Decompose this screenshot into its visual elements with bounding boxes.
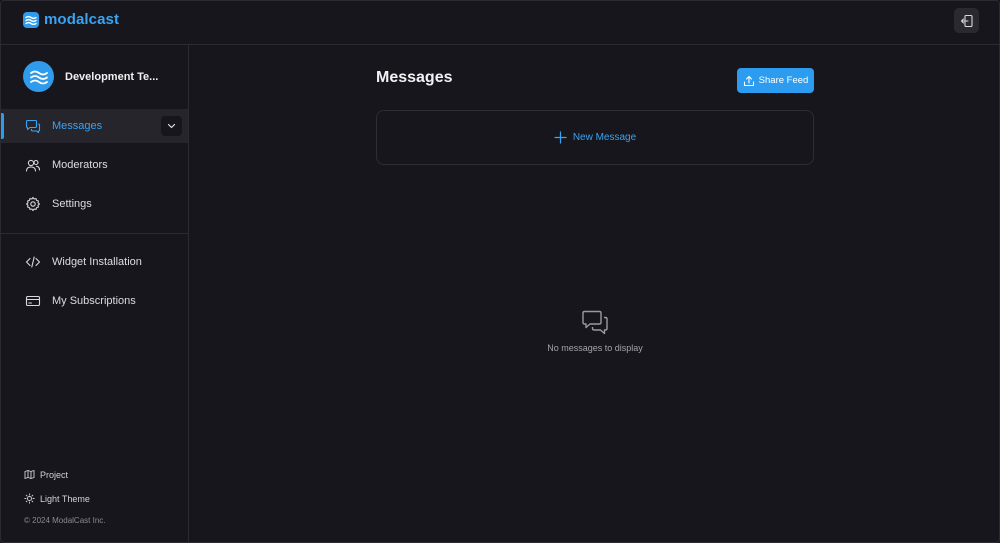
copyright: © 2024 ModalCast Inc. [24,516,106,525]
users-icon [25,158,41,173]
chevron-down-icon [167,123,176,129]
sidebar-item-settings[interactable]: Settings [1,187,188,221]
logout-icon [960,14,974,28]
sidebar-item-label: Moderators [52,159,108,171]
sun-icon [24,493,35,504]
sidebar-item-label: Widget Installation [52,256,142,268]
project-link[interactable]: Project [24,469,68,480]
share-feed-button[interactable]: Share Feed [737,68,814,93]
sidebar-item-my-subscriptions[interactable]: My Subscriptions [1,284,188,318]
plus-icon [554,131,567,144]
empty-state: No messages to display [504,309,686,353]
page-title: Messages [376,69,453,86]
top-bar: modalcast [1,1,999,45]
empty-state-text: No messages to display [547,343,643,353]
sidebar-item-label: Messages [52,120,103,132]
new-message-button[interactable]: New Message [376,110,814,165]
team-name: Development Te... [65,70,159,83]
team-switcher[interactable]: Development Te... [23,61,159,92]
logo-text: modalcast [44,11,120,28]
messages-expand-button[interactable] [161,116,182,136]
theme-label: Light Theme [40,493,90,504]
new-message-label: New Message [572,132,637,143]
gear-icon [25,196,41,212]
project-label: Project [40,469,69,480]
logo[interactable]: modalcast [23,11,119,28]
sidebar-item-widget-installation[interactable]: Widget Installation [1,245,188,279]
share-feed-label: Share Feed [758,75,809,86]
logout-button[interactable] [954,8,979,33]
chat-bubbles-icon [504,309,686,337]
main-content: Messages Share Feed New Message No messa… [189,45,999,542]
map-icon [24,469,35,480]
sidebar-divider [1,233,188,234]
sidebar-item-label: Settings [52,198,92,210]
app-window: modalcast Development Te... Messages Mod… [0,0,1000,543]
sidebar: Development Te... Messages Moderators Se… [1,45,189,542]
team-avatar [23,61,54,92]
chat-bubbles-icon [25,119,41,134]
credit-card-icon [25,294,41,308]
code-icon [25,255,41,269]
theme-toggle[interactable]: Light Theme [24,493,90,504]
sidebar-item-moderators[interactable]: Moderators [1,148,188,182]
share-icon [743,75,755,87]
waves-logo-icon [23,11,39,28]
sidebar-item-messages[interactable]: Messages [1,109,188,143]
sidebar-item-label: My Subscriptions [52,295,136,307]
active-indicator [1,113,4,139]
